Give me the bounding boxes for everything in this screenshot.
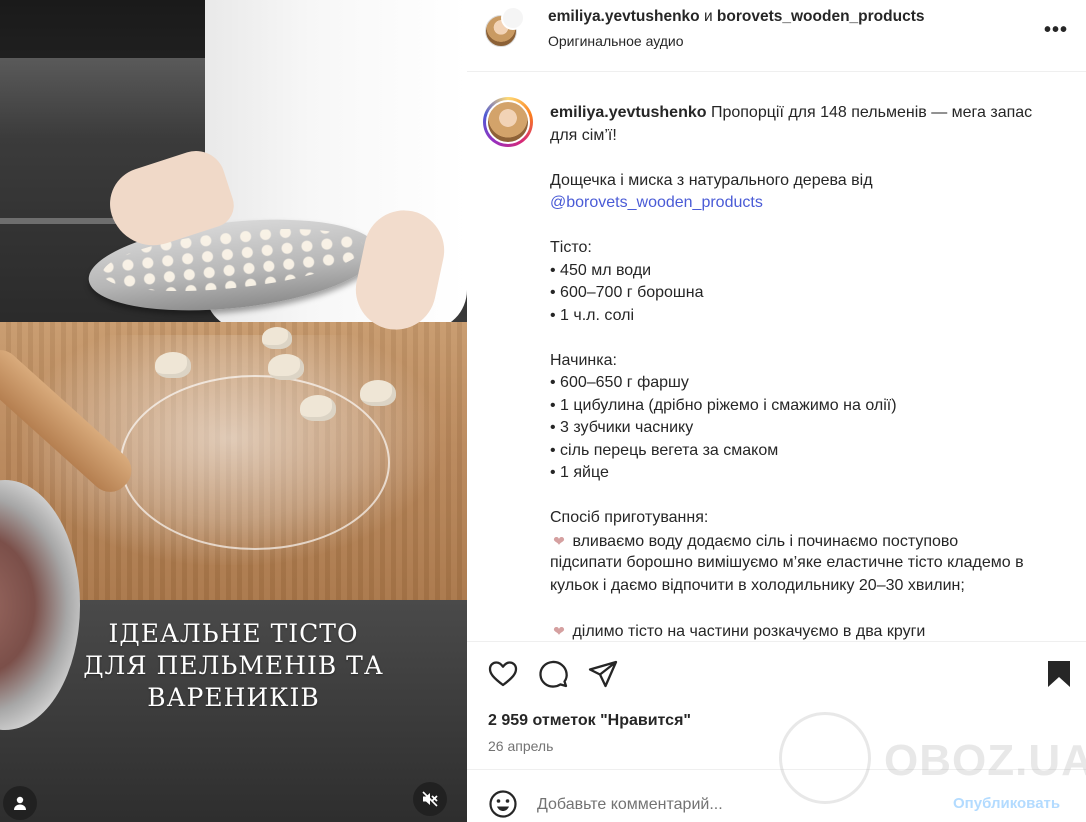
caption-line: Начинка: (550, 351, 617, 369)
coauthor-avatar[interactable] (501, 6, 525, 30)
likes-count[interactable]: 2 959 отметок "Нравится" (488, 712, 691, 730)
caption-text: emiliya.yevtushenko Пропорції для 148 пе… (550, 102, 1070, 641)
comment-bar: Опубликовать (467, 769, 1086, 822)
dumpling (300, 395, 336, 421)
audio-link[interactable]: Оригинальное аудио (548, 33, 684, 49)
chef-emoji-icon: ❤ (553, 532, 565, 549)
caption-line: • 3 зубчики часнику (550, 419, 694, 436)
author-link[interactable]: emiliya.yevtushenko (548, 8, 700, 25)
caption-line: ❤ вливаємо воду додаємо сіль і починаємо… (550, 530, 1070, 553)
more-options-icon[interactable]: ••• (1044, 20, 1068, 40)
authors-conjunction: и (703, 8, 713, 25)
post-actions: 2 959 отметок "Нравится" 26 апрель (467, 641, 1086, 769)
caption-avatar[interactable] (483, 97, 533, 147)
reel-video[interactable]: ІДЕАЛЬНЕ ТІСТО ДЛЯ ПЕЛЬМЕНІВ ТА ВАРЕНИКІ… (0, 0, 467, 822)
user-icon (14, 796, 26, 810)
dough-circle-outline (120, 375, 390, 550)
caption-line: Тісто: (550, 239, 592, 256)
caption-line: ❤ ділимо тісто на частини розкачуємо в д… (550, 620, 1070, 642)
caption-line: підсипати борошно вимішуємо м’яке еласти… (550, 554, 1024, 571)
heart-icon[interactable] (487, 658, 519, 690)
mention-link[interactable]: @borovets_wooden_products (550, 192, 1070, 215)
muted-speaker-icon (422, 791, 438, 807)
dumpling (360, 380, 396, 406)
caption-line: для сім’ї! (550, 126, 617, 144)
post-caption: emiliya.yevtushenko Пропорції для 148 пе… (467, 73, 1086, 641)
dumpling (262, 327, 292, 349)
tagged-users-button[interactable] (3, 786, 37, 820)
mute-toggle-button[interactable] (413, 782, 447, 816)
video-overlay-text: ІДЕАЛЬНЕ ТІСТО ДЛЯ ПЕЛЬМЕНІВ ТА ВАРЕНИКІ… (0, 618, 467, 714)
post-panel: emiliya.yevtushenko и borovets_wooden_pr… (467, 0, 1086, 822)
caption-line: Спосіб приготування: (550, 509, 709, 526)
paper-plane-icon[interactable] (587, 658, 619, 690)
overlay-line-1: ІДЕАЛЬНЕ ТІСТО (108, 619, 359, 648)
chef-emoji-icon: ❤ (553, 622, 565, 639)
caption-username[interactable]: emiliya.yevtushenko (550, 104, 707, 121)
caption-line: Дощечка і миска з натурального дерева ві… (550, 171, 873, 189)
comment-bubble-icon[interactable] (537, 658, 569, 690)
comment-input[interactable] (537, 792, 927, 818)
caption-line: кульок і даємо відпочити в холодильнику … (550, 576, 965, 594)
post-header: emiliya.yevtushenko и borovets_wooden_pr… (467, 0, 1086, 72)
dumpling (268, 354, 304, 380)
post-authors: emiliya.yevtushenko и borovets_wooden_pr… (548, 8, 924, 26)
publish-button[interactable]: Опубликовать (953, 795, 1060, 812)
overlay-line-2: ДЛЯ ПЕЛЬМЕНІВ ТА ВАРЕНИКІВ (83, 651, 384, 712)
post-date[interactable]: 26 апрель (488, 738, 553, 754)
caption-line: • 1 ч.л. солі (550, 306, 635, 324)
smiley-icon[interactable] (487, 788, 519, 820)
coauthor-link[interactable]: borovets_wooden_products (717, 8, 925, 25)
caption-line: • сіль перець вегета за смаком (550, 441, 779, 459)
dumpling (155, 352, 191, 378)
caption-line: • 450 мл води (550, 261, 652, 279)
caption-line: • 600–650 г фаршу (550, 374, 689, 391)
caption-line: • 600–700 г борошна (550, 284, 704, 301)
bookmark-icon[interactable] (1043, 658, 1075, 690)
caption-line: emiliya.yevtushenko Пропорції для 148 пе… (550, 104, 1033, 121)
caption-line: • 1 яйце (550, 464, 609, 481)
caption-line: • 1 цибулина (дрібно ріжемо і смажимо на… (550, 396, 897, 414)
